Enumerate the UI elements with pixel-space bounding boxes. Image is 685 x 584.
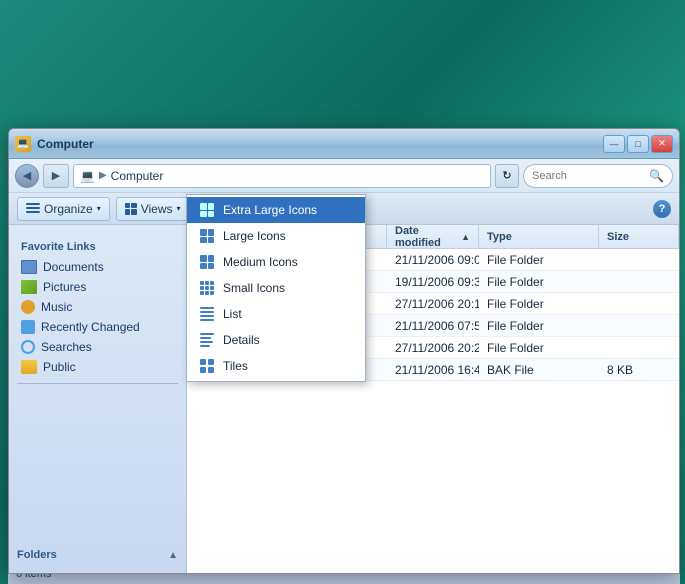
address-bar: ◀ ▶ 💻 ▶ Computer ↻ 🔍: [9, 159, 679, 193]
sidebar-item-pictures[interactable]: Pictures: [9, 277, 186, 297]
help-button[interactable]: ?: [653, 200, 671, 218]
path-computer: Computer: [111, 169, 164, 183]
title-bar: 💻 Computer — □ ✕: [9, 129, 679, 159]
minimize-button[interactable]: —: [603, 135, 625, 153]
views-icon: [125, 203, 137, 215]
file-date-users: 21/11/2006 07:56: [387, 319, 479, 333]
search-box[interactable]: 🔍: [523, 164, 673, 188]
menu-item-list[interactable]: List: [187, 301, 365, 327]
folders-label: Folders: [17, 549, 57, 561]
path-separator: ▶: [99, 170, 107, 181]
search-input[interactable]: [532, 170, 645, 182]
tiles-label: Tiles: [223, 359, 248, 373]
public-icon: [21, 360, 37, 374]
sidebar-item-searches[interactable]: Searches: [9, 337, 186, 357]
extra-large-icons-label: Extra Large Icons: [223, 203, 317, 217]
forward-button[interactable]: ▶: [43, 164, 69, 188]
file-type-users: File Folder: [479, 319, 599, 333]
tiles-icon: [199, 358, 215, 374]
organize-dropdown-arrow: ▾: [97, 204, 101, 213]
file-date-bootsect: 21/11/2006 16:41: [387, 363, 479, 377]
small-icons-label: Small Icons: [223, 281, 285, 295]
menu-item-small-icons[interactable]: Small Icons: [187, 275, 365, 301]
documents-label: Documents: [43, 260, 104, 274]
file-date-program-files: 27/11/2006 20:18: [387, 297, 479, 311]
organize-icon: [26, 203, 40, 215]
list-icon: [199, 306, 215, 322]
recently-changed-label: Recently Changed: [41, 320, 140, 334]
pictures-label: Pictures: [43, 280, 86, 294]
organize-button[interactable]: Organize ▾: [17, 197, 110, 221]
documents-icon: [21, 260, 37, 274]
sidebar-item-public[interactable]: Public: [9, 357, 186, 377]
searches-icon: [21, 340, 35, 354]
title-bar-buttons: — □ ✕: [603, 135, 673, 153]
col-size[interactable]: Size: [599, 225, 679, 249]
file-type-mpegsuit: File Folder: [479, 275, 599, 289]
music-label: Music: [41, 300, 72, 314]
col-type[interactable]: Type: [479, 225, 599, 249]
extra-large-icons-icon: [199, 202, 215, 218]
views-dropdown-arrow: ▾: [177, 204, 181, 213]
file-type-bootsect: BAK File: [479, 363, 599, 377]
sidebar-item-music[interactable]: Music: [9, 297, 186, 317]
views-label: Views: [141, 202, 173, 216]
small-icons-icon: [199, 280, 215, 296]
back-button[interactable]: ◀: [15, 164, 39, 188]
search-icon: 🔍: [649, 169, 664, 183]
refresh-button[interactable]: ↻: [495, 164, 519, 188]
menu-item-extra-large-icons[interactable]: Extra Large Icons: [187, 197, 365, 223]
file-type-program-files: File Folder: [479, 297, 599, 311]
searches-label: Searches: [41, 340, 92, 354]
large-icons-label: Large Icons: [223, 229, 286, 243]
col-date-modified[interactable]: Date modified ▲: [387, 225, 479, 249]
status-bar: 💻 6 items: [9, 573, 679, 574]
address-path[interactable]: 💻 ▶ Computer: [73, 164, 491, 188]
window-icon: 💻: [15, 136, 31, 152]
file-type-windows: File Folder: [479, 341, 599, 355]
window-title: Computer: [37, 137, 603, 151]
menu-item-medium-icons[interactable]: Medium Icons: [187, 249, 365, 275]
menu-item-tiles[interactable]: Tiles: [187, 353, 365, 379]
file-date-windows: 27/11/2006 20:28: [387, 341, 479, 355]
close-button[interactable]: ✕: [651, 135, 673, 153]
organize-label: Organize: [44, 202, 93, 216]
sort-arrow: ▲: [461, 232, 470, 242]
details-icon: [199, 332, 215, 348]
file-type-inetpub: File Folder: [479, 253, 599, 267]
sidebar: Favorite Links Documents Pictures Music …: [9, 225, 187, 573]
views-dropdown-menu: Extra Large Icons Large Icons Medium Ico…: [186, 194, 366, 382]
views-button[interactable]: Views ▾: [116, 197, 190, 221]
list-label: List: [223, 307, 242, 321]
sidebar-separator: [17, 383, 178, 384]
file-date-mpegsuit: 19/11/2006 09:31: [387, 275, 479, 289]
medium-icons-label: Medium Icons: [223, 255, 298, 269]
medium-icons-icon: [199, 254, 215, 270]
maximize-button[interactable]: □: [627, 135, 649, 153]
file-date-inetpub: 21/11/2006 09:04: [387, 253, 479, 267]
file-size-bootsect: 8 KB: [599, 363, 679, 377]
public-label: Public: [43, 360, 76, 374]
pictures-icon: [21, 280, 37, 294]
sidebar-item-documents[interactable]: Documents: [9, 257, 186, 277]
music-icon: [21, 300, 35, 314]
favorite-links-title: Favorite Links: [9, 237, 186, 257]
folders-section[interactable]: Folders ▲: [9, 545, 186, 565]
recently-changed-icon: [21, 320, 35, 334]
large-icons-icon: [199, 228, 215, 244]
path-icon: 💻: [80, 169, 95, 183]
menu-item-large-icons[interactable]: Large Icons: [187, 223, 365, 249]
sidebar-item-recently-changed[interactable]: Recently Changed: [9, 317, 186, 337]
folders-chevron: ▲: [168, 550, 178, 561]
menu-item-details[interactable]: Details: [187, 327, 365, 353]
details-label: Details: [223, 333, 260, 347]
